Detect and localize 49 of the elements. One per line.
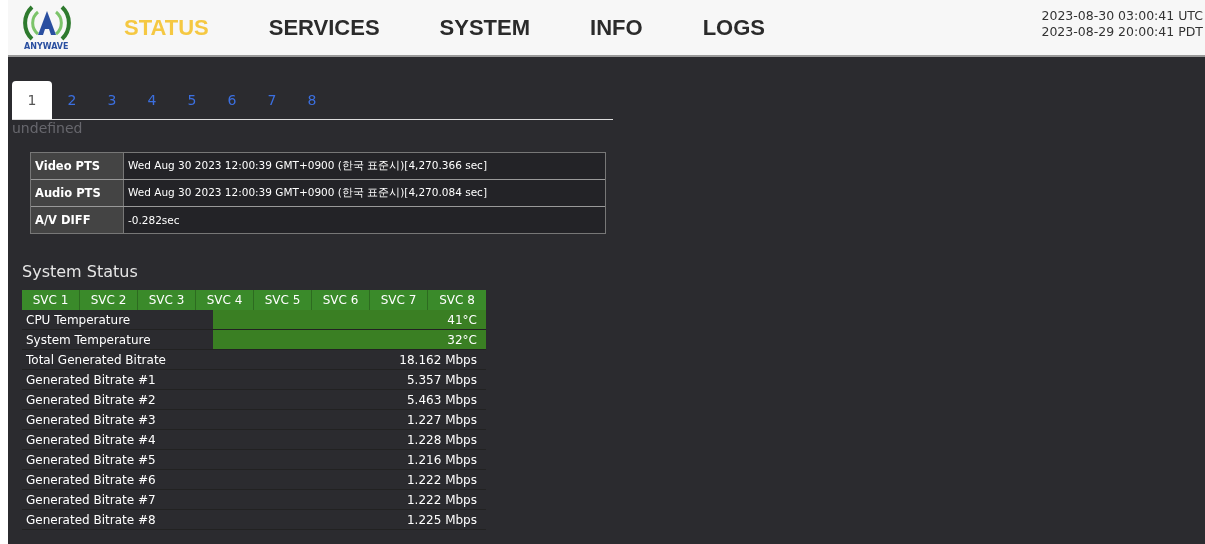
row-label: Generated Bitrate #5 [25, 451, 157, 469]
table-cell: Wed Aug 30 2023 12:00:39 GMT+0900 (한국 표준시)[4,270.084 sec] [124, 180, 605, 206]
tab-caption: undefined [12, 120, 83, 138]
logo-text: ANYWAVE [24, 41, 69, 51]
row-label: Generated Bitrate #7 [25, 491, 157, 509]
row-label: Generated Bitrate #3 [25, 411, 157, 429]
row-header: Video PTS [31, 153, 124, 179]
row-label: Generated Bitrate #2 [25, 391, 157, 409]
nav-link[interactable]: SYSTEM [439, 14, 531, 41]
tab[interactable]: 5 [172, 81, 212, 119]
column-header: SVC 2 [80, 290, 138, 310]
tab[interactable]: 7 [252, 81, 292, 119]
tab[interactable]: 2 [52, 81, 92, 119]
row-header: A/V DIFF [31, 207, 124, 233]
column-header: SVC 8 [438, 292, 476, 309]
table-cell-text: 18.162 Mbps [398, 351, 478, 369]
table-cell-text: 1.227 Mbps [406, 411, 478, 429]
tab[interactable]: 8 [292, 81, 332, 119]
clock-time: 2023-08-29 20:00:41 PDT [1041, 24, 1203, 40]
row-header: Audio PTS [31, 180, 124, 206]
row-label: System Temperature [25, 331, 152, 349]
table-cell-text: 1.228 Mbps [406, 431, 478, 449]
row-label: Generated Bitrate #4 [25, 431, 157, 449]
table-cell: -0.282sec [124, 207, 605, 233]
tab[interactable]: 1 [12, 81, 52, 119]
row-label: Generated Bitrate #8 [25, 511, 157, 529]
column-header: SVC 3 [138, 290, 196, 310]
clock-time: 2023-08-30 03:00:41 UTC [1041, 8, 1203, 24]
table-cell-text: 5.463 Mbps [406, 391, 478, 409]
table-cell-text: 1.216 Mbps [406, 451, 478, 469]
table-cell-text: 1.225 Mbps [406, 511, 478, 529]
row-label: CPU Temperature [25, 311, 132, 329]
tab[interactable]: 3 [92, 81, 132, 119]
tab[interactable]: 4 [132, 81, 172, 119]
status-bar: 32°C [213, 330, 486, 349]
status-bar: 41°C [213, 310, 486, 329]
nav-link[interactable]: LOGS [702, 14, 765, 41]
row-label: Total Generated Bitrate [25, 351, 167, 369]
section-title: System Status [22, 262, 139, 283]
table-cell-text: 1.222 Mbps [406, 471, 478, 489]
tab[interactable]: 6 [212, 81, 252, 119]
nav-link[interactable]: INFO [590, 14, 643, 41]
table-cell: Wed Aug 30 2023 12:00:39 GMT+0900 (한국 표준시)[4,270.366 sec] [124, 153, 605, 179]
table-cell-text: 5.357 Mbps [406, 371, 478, 389]
nav-link[interactable]: SERVICES [268, 14, 380, 41]
table-cell-text: 1.222 Mbps [406, 491, 478, 509]
row-label: Generated Bitrate #6 [25, 471, 157, 489]
column-header: SVC 1 [22, 290, 80, 310]
row-label: Generated Bitrate #1 [25, 371, 157, 389]
